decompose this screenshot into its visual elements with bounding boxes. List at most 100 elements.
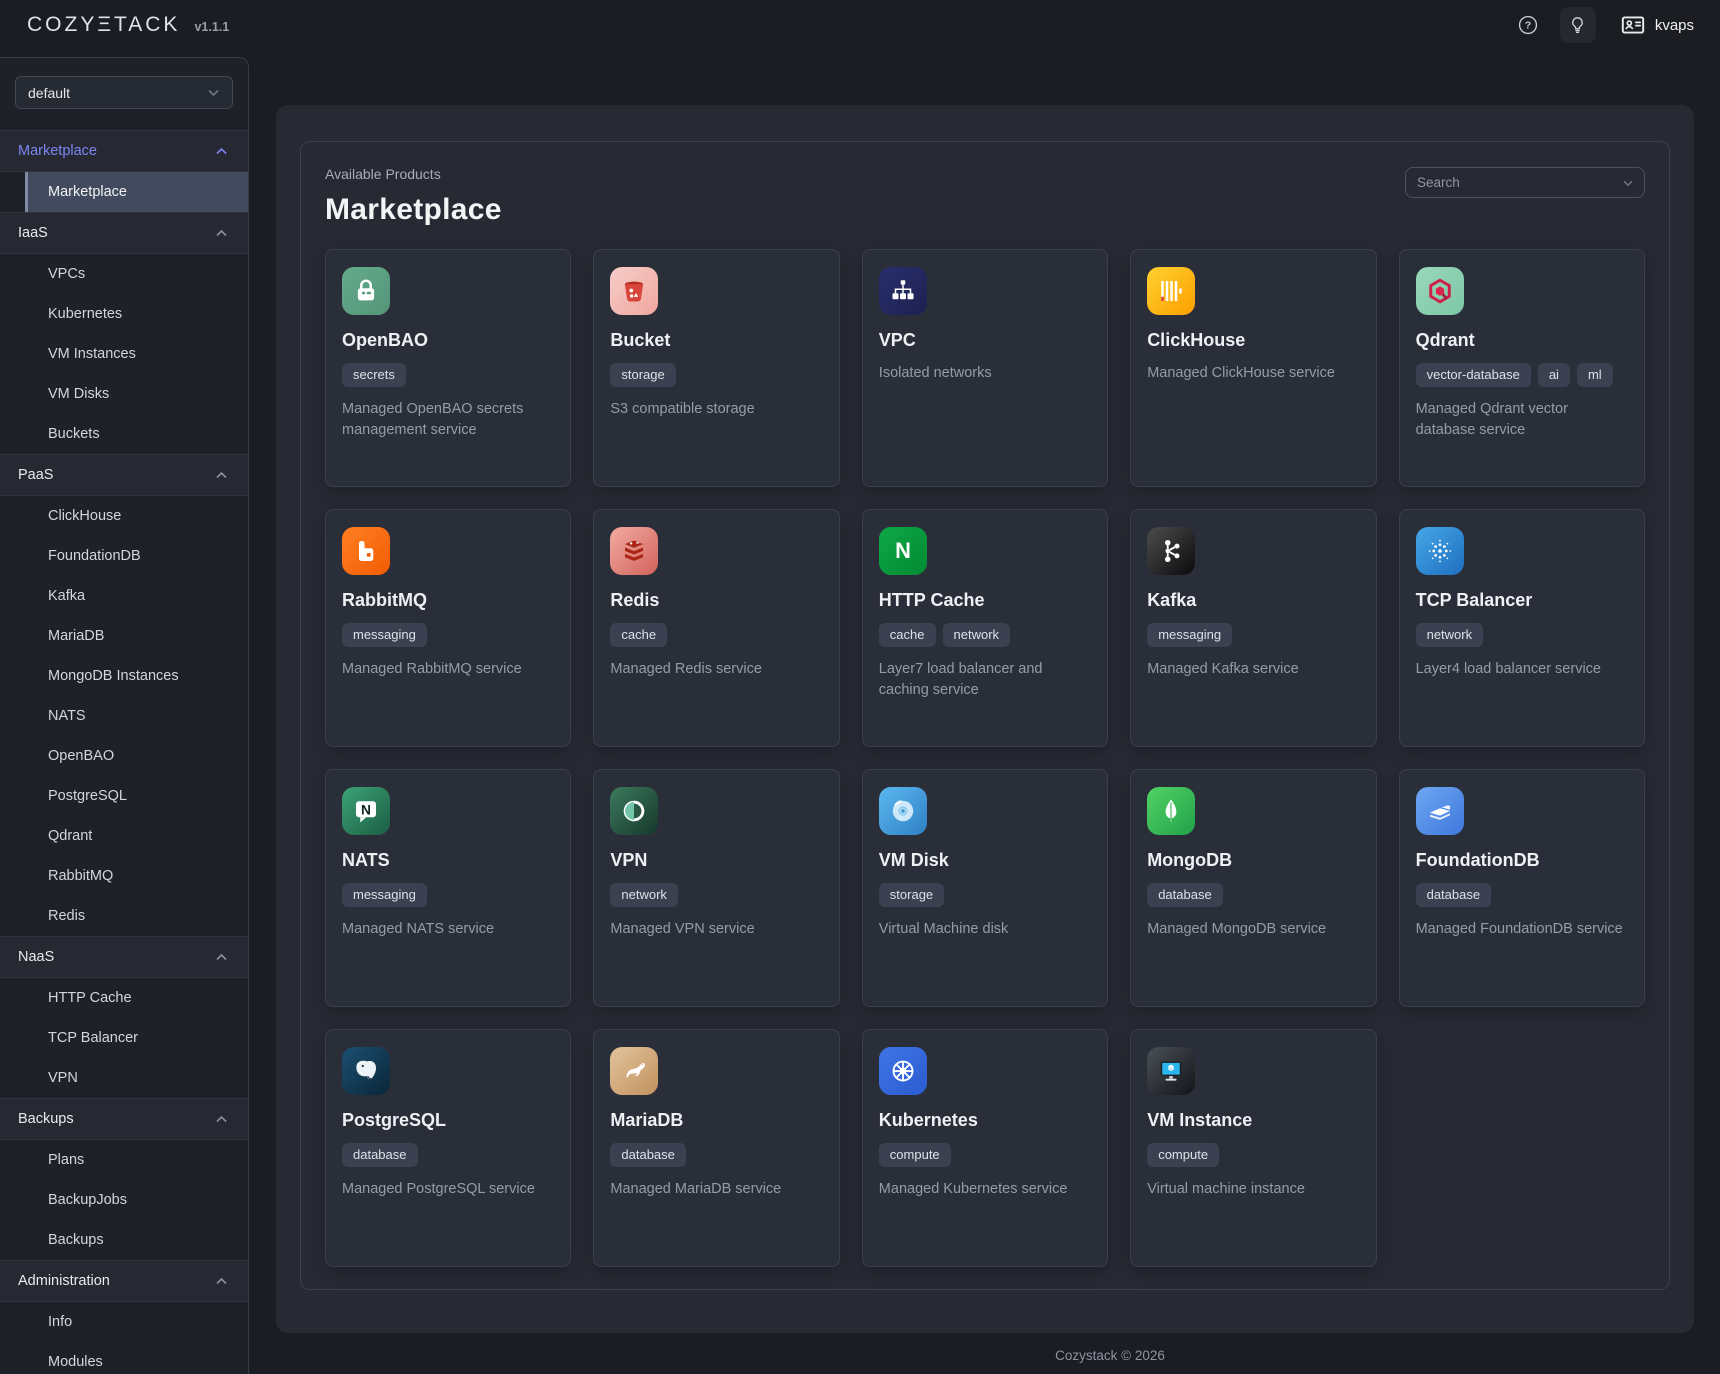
username: kvaps: [1655, 17, 1694, 34]
sidebar-item-marketplace[interactable]: Marketplace: [25, 172, 248, 212]
help-button[interactable]: ?: [1510, 7, 1546, 43]
product-title: NATS: [342, 850, 554, 871]
chevron-up-icon: [215, 1277, 228, 1286]
product-card-vm-instance[interactable]: VM InstancecomputeVirtual machine instan…: [1130, 1029, 1376, 1267]
postgresql-elephant-icon: [342, 1047, 390, 1095]
sidebar-section-backups[interactable]: Backups: [0, 1098, 248, 1140]
product-card-foundationdb[interactable]: FoundationDBdatabaseManaged FoundationDB…: [1399, 769, 1645, 1007]
product-tag: ai: [1538, 363, 1570, 387]
namespace-select[interactable]: default: [15, 76, 233, 109]
sidebar-item-vm-disks[interactable]: VM Disks: [0, 374, 248, 414]
sidebar-item-tcp-balancer[interactable]: TCP Balancer: [0, 1018, 248, 1058]
product-card-kubernetes[interactable]: KubernetescomputeManaged Kubernetes serv…: [862, 1029, 1108, 1267]
section-label: Backups: [18, 1111, 74, 1127]
product-tags: messaging: [342, 623, 554, 647]
product-card-kafka[interactable]: KafkamessagingManaged Kafka service: [1130, 509, 1376, 747]
sidebar-item-kubernetes[interactable]: Kubernetes: [0, 294, 248, 334]
namespace-select-value: default: [28, 85, 70, 101]
app-version: v1.1.1: [194, 20, 229, 34]
product-tag: ml: [1577, 363, 1613, 387]
svg-text:N: N: [895, 538, 911, 563]
network-tree-icon: [879, 267, 927, 315]
product-card-vpn[interactable]: VPNnetworkManaged VPN service: [593, 769, 839, 1007]
sidebar-section-naas[interactable]: NaaS: [0, 936, 248, 978]
sidebar-item-kafka[interactable]: Kafka: [0, 576, 248, 616]
product-tag: cache: [879, 623, 936, 647]
sidebar-item-backupjobs[interactable]: BackupJobs: [0, 1180, 248, 1220]
product-card-mongodb[interactable]: MongoDBdatabaseManaged MongoDB service: [1130, 769, 1376, 1007]
sidebar-item-rabbitmq[interactable]: RabbitMQ: [0, 856, 248, 896]
svg-text:N: N: [361, 803, 371, 818]
product-card-http-cache[interactable]: NHTTP CachecachenetworkLayer7 load balan…: [862, 509, 1108, 747]
product-card-mariadb[interactable]: MariaDBdatabaseManaged MariaDB service: [593, 1029, 839, 1267]
product-card-qdrant[interactable]: Qdrantvector-databaseaimlManaged Qdrant …: [1399, 249, 1645, 487]
sidebar-item-info[interactable]: Info: [0, 1302, 248, 1342]
search-box[interactable]: [1405, 167, 1645, 198]
rabbitmq-logo-icon: [342, 527, 390, 575]
sidebar-item-mariadb[interactable]: MariaDB: [0, 616, 248, 656]
sidebar-item-plans[interactable]: Plans: [0, 1140, 248, 1180]
product-card-rabbitmq[interactable]: RabbitMQmessagingManaged RabbitMQ servic…: [325, 509, 571, 747]
sidebar-item-vm-instances[interactable]: VM Instances: [0, 334, 248, 374]
product-tag: compute: [1147, 1143, 1219, 1167]
product-title: MariaDB: [610, 1110, 822, 1131]
sidebar: default MarketplaceMarketplaceIaaSVPCsKu…: [0, 57, 249, 1374]
sidebar-item-nats[interactable]: NATS: [0, 696, 248, 736]
user-menu[interactable]: kvaps: [1620, 12, 1694, 38]
sidebar-section-iaas[interactable]: IaaS: [0, 212, 248, 254]
sidebar-item-postgresql[interactable]: PostgreSQL: [0, 776, 248, 816]
sidebar-item-vpn[interactable]: VPN: [0, 1058, 248, 1098]
sidebar-item-redis[interactable]: Redis: [0, 896, 248, 936]
product-description: Managed VPN service: [610, 919, 822, 941]
product-card-vpc[interactable]: VPCIsolated networks: [862, 249, 1108, 487]
product-card-clickhouse[interactable]: ClickHouseManaged ClickHouse service: [1130, 249, 1376, 487]
sidebar-item-qdrant[interactable]: Qdrant: [0, 816, 248, 856]
id-card-icon: [1620, 12, 1646, 38]
copyright-text: Cozystack © 2026: [1055, 1348, 1165, 1363]
section-label: PaaS: [18, 467, 53, 483]
product-description: Managed Kubernetes service: [879, 1179, 1091, 1201]
product-title: VPC: [879, 330, 1091, 351]
sidebar-item-modules[interactable]: Modules: [0, 1342, 248, 1374]
chevron-up-icon: [215, 953, 228, 962]
product-title: Kubernetes: [879, 1110, 1091, 1131]
sidebar-item-http-cache[interactable]: HTTP Cache: [0, 978, 248, 1018]
chevron-down-icon: [207, 88, 220, 97]
svg-text:?: ?: [1525, 20, 1531, 32]
product-card-nats[interactable]: NNATSmessagingManaged NATS service: [325, 769, 571, 1007]
sidebar-item-backups[interactable]: Backups: [0, 1220, 248, 1260]
sidebar-item-clickhouse[interactable]: ClickHouse: [0, 496, 248, 536]
product-tags: compute: [1147, 1143, 1359, 1167]
product-card-vm-disk[interactable]: VM DiskstorageVirtual Machine disk: [862, 769, 1108, 1007]
product-tags: cachenetwork: [879, 623, 1091, 647]
product-card-tcp-balancer[interactable]: TCP BalancernetworkLayer4 load balancer …: [1399, 509, 1645, 747]
product-title: Bucket: [610, 330, 822, 351]
sidebar-item-buckets[interactable]: Buckets: [0, 414, 248, 454]
sidebar-section-marketplace[interactable]: Marketplace: [0, 130, 248, 172]
sidebar-item-openbao[interactable]: OpenBAO: [0, 736, 248, 776]
sidebar-item-mongodb-instances[interactable]: MongoDB Instances: [0, 656, 248, 696]
product-card-bucket[interactable]: BucketstorageS3 compatible storage: [593, 249, 839, 487]
product-card-postgresql[interactable]: PostgreSQLdatabaseManaged PostgreSQL ser…: [325, 1029, 571, 1267]
dotted-globe-icon: [1416, 527, 1464, 575]
product-description: Managed Kafka service: [1147, 659, 1359, 681]
product-card-openbao[interactable]: OpenBAOsecretsManaged OpenBAO secrets ma…: [325, 249, 571, 487]
product-card-redis[interactable]: RediscacheManaged Redis service: [593, 509, 839, 747]
product-tags: storage: [610, 363, 822, 387]
sidebar-section-paas[interactable]: PaaS: [0, 454, 248, 496]
product-description: Virtual Machine disk: [879, 919, 1091, 941]
chevron-up-icon: [215, 229, 228, 238]
chevron-up-icon: [215, 471, 228, 480]
product-title: TCP Balancer: [1416, 590, 1628, 611]
search-input[interactable]: [1417, 175, 1616, 190]
sidebar-item-foundationdb[interactable]: FoundationDB: [0, 536, 248, 576]
product-grid: OpenBAOsecretsManaged OpenBAO secrets ma…: [301, 241, 1669, 1290]
theme-toggle-button[interactable]: [1560, 7, 1596, 43]
sidebar-item-vpcs[interactable]: VPCs: [0, 254, 248, 294]
product-description: Layer4 load balancer service: [1416, 659, 1628, 681]
product-title: RabbitMQ: [342, 590, 554, 611]
sidebar-section-administration[interactable]: Administration: [0, 1260, 248, 1302]
nats-logo-icon: N: [342, 787, 390, 835]
app-logo: COZYΞTACK: [27, 13, 180, 37]
product-title: VM Instance: [1147, 1110, 1359, 1131]
